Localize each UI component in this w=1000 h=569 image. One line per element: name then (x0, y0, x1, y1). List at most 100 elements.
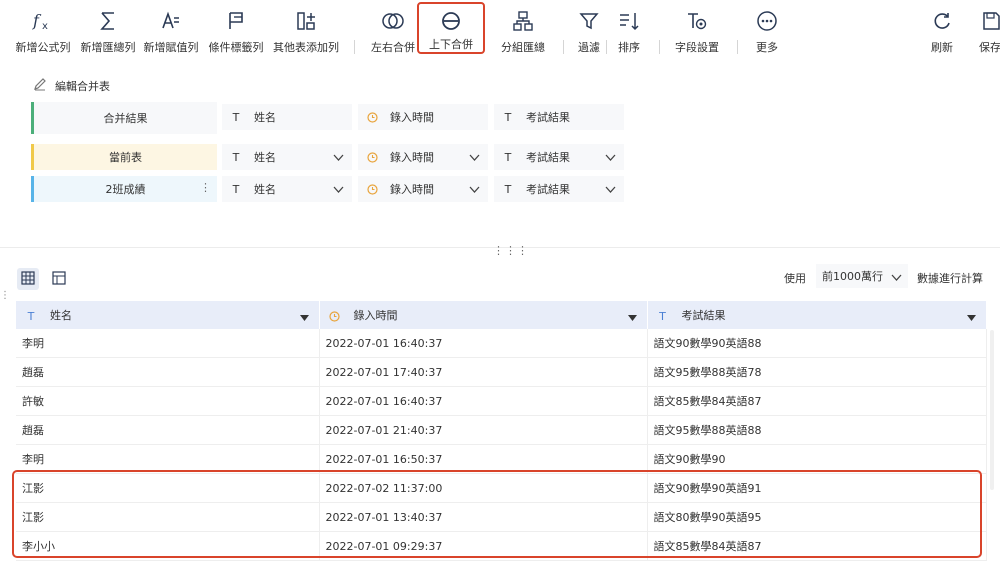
toolbar-label: 分組匯總 (501, 41, 545, 54)
text-type-icon: T (504, 110, 512, 124)
column-header-result[interactable]: T 考試結果 (647, 301, 987, 329)
column-header-name[interactable]: T 姓名 (16, 301, 320, 329)
cell-time[interactable]: 2022-07-01 17:40:37 (319, 357, 648, 387)
more-icon (756, 8, 778, 34)
current-field-name-select[interactable]: T 姓名 (222, 144, 352, 170)
merge-panel-title: 編輯合并表 (33, 77, 110, 94)
table-row[interactable]: 趙磊 2022-07-01 21:40:37 語文95數學88英語88 (16, 415, 987, 445)
more-button[interactable]: 更多 (734, 8, 800, 55)
class2-field-time-select[interactable]: 錄入時間 (358, 176, 488, 202)
table-row[interactable]: 李小小 2022-07-01 09:29:37 語文85數學84英語87 (16, 531, 987, 561)
field-label: 姓名 (254, 151, 276, 164)
cell-time[interactable]: 2022-07-01 16:40:37 (319, 329, 648, 358)
cell-result[interactable]: 語文95數學88英語88 (647, 415, 987, 445)
cell-name[interactable]: 李明 (16, 329, 320, 358)
cell-result[interactable]: 語文90數學90英語88 (647, 329, 987, 358)
chevron-down-icon (469, 184, 480, 197)
cell-name[interactable]: 許敏 (16, 386, 320, 416)
field-settings-button[interactable]: 字段設置 (664, 8, 730, 55)
add-condition-tag-column-button[interactable]: 條件標籤列 (203, 8, 269, 55)
class2-row-label: 2班成績 ⋮ (31, 176, 217, 202)
cell-name[interactable]: 江影 (16, 473, 320, 503)
grid-icon (21, 270, 35, 288)
svg-text:f: f (32, 11, 42, 30)
cell-name[interactable]: 江影 (16, 502, 320, 532)
clock-icon (366, 111, 378, 123)
cell-name[interactable]: 李明 (16, 444, 320, 474)
save-icon (960, 8, 1000, 34)
chevron-down-icon (605, 184, 616, 197)
cell-name[interactable]: 趙磊 (16, 415, 320, 445)
cell-result[interactable]: 語文85數學84英語87 (647, 386, 987, 416)
current-field-result-select[interactable]: T 考試結果 (494, 144, 624, 170)
vertical-scrollbar[interactable] (990, 330, 994, 490)
field-label: 考試結果 (526, 183, 570, 196)
group-summary-button[interactable]: 分組匯總 (490, 8, 556, 55)
side-handle-icon[interactable]: ⋮ (0, 290, 10, 301)
add-summary-column-button[interactable]: 新增匯總列 (75, 8, 141, 55)
cell-time[interactable]: 2022-07-02 11:37:00 (319, 473, 648, 503)
toolbar-label: 上下合併 (429, 38, 473, 51)
table-row[interactable]: 許敏 2022-07-01 16:40:37 語文85數學84英語87 (16, 386, 987, 416)
add-formula-column-button[interactable]: fx 新增公式列 (10, 8, 76, 55)
data-table: T 姓名 錄入時間 T 考試結果 李明 2022-07-01 16:40:37 語文90… (16, 301, 987, 561)
table-row[interactable]: 趙磊 2022-07-01 17:40:37 語文95數學88英語78 (16, 357, 987, 387)
text-type-icon: T (504, 182, 512, 196)
toolbar-divider (659, 40, 660, 54)
class2-field-name-select[interactable]: T 姓名 (222, 176, 352, 202)
add-assign-column-button[interactable]: 新增賦值列 (138, 8, 204, 55)
resize-handle-icon[interactable]: ⋮⋮⋮ (493, 244, 529, 257)
save-button[interactable]: 保存 (960, 8, 1000, 55)
refresh-icon (931, 8, 953, 34)
text-type-icon: T (232, 150, 240, 164)
cell-time[interactable]: 2022-07-01 16:50:37 (319, 444, 648, 474)
current-field-time-select[interactable]: 錄入時間 (358, 144, 488, 170)
sort-button[interactable]: 排序 (596, 8, 662, 55)
flag-icon (225, 8, 247, 34)
group-icon (512, 8, 534, 34)
field-label: 考試結果 (526, 111, 570, 124)
header-label: 錄入時間 (353, 309, 398, 322)
add-column-from-other-table-button[interactable]: 其他表添加列 (273, 8, 339, 55)
table-row[interactable]: 李明 2022-07-01 16:40:37 語文90數學90英語88 (16, 329, 987, 358)
cell-result[interactable]: 語文80數學90英語95 (647, 502, 987, 532)
table-row[interactable]: 江影 2022-07-01 13:40:37 語文80數學90英語95 (16, 502, 987, 532)
caret-down-icon[interactable] (966, 311, 976, 324)
table-header-row: T 姓名 錄入時間 T 考試結果 (16, 301, 987, 329)
use-label: 使用 (784, 272, 806, 285)
table-row[interactable]: 李明 2022-07-01 16:50:37 語文90數學90 (16, 444, 987, 474)
grid-view-button[interactable] (17, 268, 39, 290)
field-label: 錄入時間 (390, 183, 434, 196)
current-table-row-label: 當前表 (31, 144, 217, 170)
field-label: 錄入時間 (390, 151, 434, 164)
table-row[interactable]: 江影 2022-07-02 11:37:00 語文90數學90英語91 (16, 473, 987, 503)
row-label-text: 2班成績 (105, 183, 146, 196)
column-header-time[interactable]: 錄入時間 (319, 301, 648, 329)
cell-name[interactable]: 趙磊 (16, 357, 320, 387)
caret-down-icon[interactable] (627, 311, 637, 324)
field-settings-icon (686, 8, 708, 34)
cell-name[interactable]: 李小小 (16, 531, 320, 561)
cell-result[interactable]: 語文90數學90 (647, 444, 987, 474)
cell-result[interactable]: 語文95數學88英語78 (647, 357, 987, 387)
toolbar-label: 新增匯總列 (80, 41, 136, 54)
cell-time[interactable]: 2022-07-01 13:40:37 (319, 502, 648, 532)
toolbar-label: 更多 (756, 41, 778, 54)
cell-time[interactable]: 2022-07-01 16:40:37 (319, 386, 648, 416)
assign-icon (160, 8, 182, 34)
caret-down-icon[interactable] (299, 311, 309, 324)
merge-vertical-button[interactable]: 上下合併 (418, 8, 484, 52)
clock-icon (366, 183, 378, 195)
field-label: 姓名 (254, 111, 276, 124)
cell-time[interactable]: 2022-07-01 09:29:37 (319, 531, 648, 561)
cell-result[interactable]: 語文85數學84英語87 (647, 531, 987, 561)
merge-result-field-time: 錄入時間 (358, 104, 488, 130)
class2-field-result-select[interactable]: T 考試結果 (494, 176, 624, 202)
toolbar-label: 刷新 (931, 41, 953, 54)
row-limit-select[interactable]: 前1000萬行 (816, 264, 908, 288)
cell-time[interactable]: 2022-07-01 21:40:37 (319, 415, 648, 445)
row-options-icon[interactable]: ⋮ (200, 181, 211, 194)
layout-view-button[interactable] (48, 268, 70, 290)
cell-result[interactable]: 語文90數學90英語91 (647, 473, 987, 503)
toolbar: fx 新增公式列 新增匯總列 新增賦值列 條件標籤列 其他表添加列 左右合併 上… (0, 0, 1000, 60)
